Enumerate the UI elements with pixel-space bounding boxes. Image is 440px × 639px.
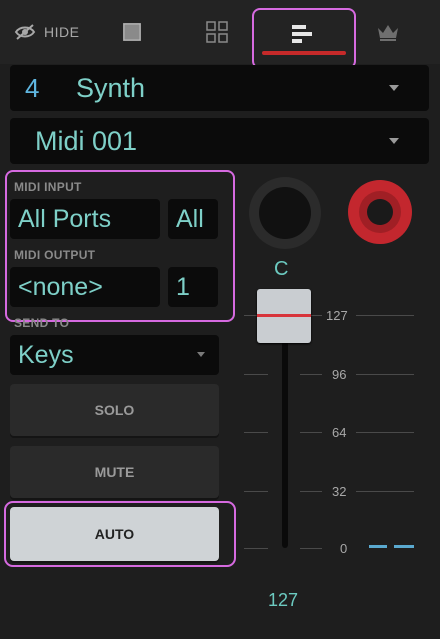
fader-handle-line: [257, 314, 311, 317]
scale-label-32: 32: [332, 484, 347, 499]
tab-active-underline: [262, 51, 346, 55]
scale-gridline: [300, 491, 322, 492]
eye-slash-icon: [14, 24, 36, 40]
midi-output-port-value: <none>: [18, 272, 103, 301]
level-meter-left: [369, 545, 387, 548]
crown-icon: [378, 25, 398, 41]
scale-label-64: 64: [332, 425, 347, 440]
send-to-selector[interactable]: Keys: [10, 335, 219, 375]
midi-input-channel-field[interactable]: All: [168, 199, 218, 239]
solo-label: SOLO: [94, 402, 135, 418]
chevron-down-icon: [389, 85, 399, 91]
track-number: 4: [25, 72, 40, 103]
hide-label: HIDE: [44, 24, 80, 40]
tab-square[interactable]: [118, 18, 146, 46]
scale-gridline: [244, 548, 268, 549]
grid-icon: [206, 21, 228, 43]
volume-fader-track[interactable]: [282, 330, 288, 548]
scale-label-127: 127: [326, 308, 348, 323]
midi-input-channel-value: All: [176, 204, 204, 233]
volume-fader-handle[interactable]: [257, 289, 311, 343]
record-dot-icon: [367, 199, 393, 225]
scale-gridline: [300, 548, 322, 549]
pan-knob[interactable]: [249, 177, 321, 249]
record-arm-button[interactable]: [348, 180, 412, 244]
midi-input-label: MIDI INPUT: [14, 180, 82, 194]
scale-label-0: 0: [340, 541, 348, 556]
chevron-down-icon: [389, 138, 399, 144]
scale-gridline: [356, 315, 414, 316]
pan-value: C: [274, 258, 289, 280]
hide-button[interactable]: HIDE: [14, 18, 79, 46]
scale-gridline: [244, 374, 268, 375]
tab-crown[interactable]: [374, 18, 402, 46]
tab-grid[interactable]: [203, 18, 231, 46]
midi-track-name: Midi 001: [35, 125, 138, 156]
midi-input-port-value: All Ports: [18, 204, 112, 233]
send-to-value: Keys: [18, 340, 74, 369]
solo-button[interactable]: SOLO: [10, 384, 219, 436]
auto-button[interactable]: AUTO: [10, 507, 219, 561]
track-name: Synth: [76, 72, 146, 103]
scale-gridline: [300, 374, 322, 375]
midi-output-channel-value: 1: [176, 272, 190, 301]
pan-knob-center: [259, 187, 311, 239]
midi-input-port-field[interactable]: All Ports: [10, 199, 160, 239]
scale-gridline: [356, 491, 414, 492]
midi-output-channel-field[interactable]: 1: [168, 267, 218, 307]
scale-gridline: [244, 432, 268, 433]
midi-output-label: MIDI OUTPUT: [14, 248, 96, 262]
tab-mixer[interactable]: [288, 20, 316, 48]
midi-output-port-field[interactable]: <none>: [10, 267, 160, 307]
scale-gridline: [356, 374, 414, 375]
scale-gridline: [244, 491, 268, 492]
mixer-bars-icon: [292, 25, 312, 43]
level-meter-right: [394, 545, 414, 548]
mute-label: MUTE: [94, 464, 135, 480]
scale-gridline: [356, 432, 414, 433]
auto-label: AUTO: [94, 526, 135, 542]
square-icon: [123, 23, 141, 41]
volume-value: 127: [268, 590, 299, 610]
scale-label-96: 96: [332, 367, 347, 382]
track-selector[interactable]: 4 Synth: [10, 65, 429, 111]
scale-gridline: [300, 432, 322, 433]
midi-track-selector[interactable]: Midi 001: [10, 118, 429, 164]
chevron-down-icon: [197, 352, 205, 357]
mute-button[interactable]: MUTE: [10, 446, 219, 498]
send-to-label: SEND TO: [14, 316, 70, 330]
